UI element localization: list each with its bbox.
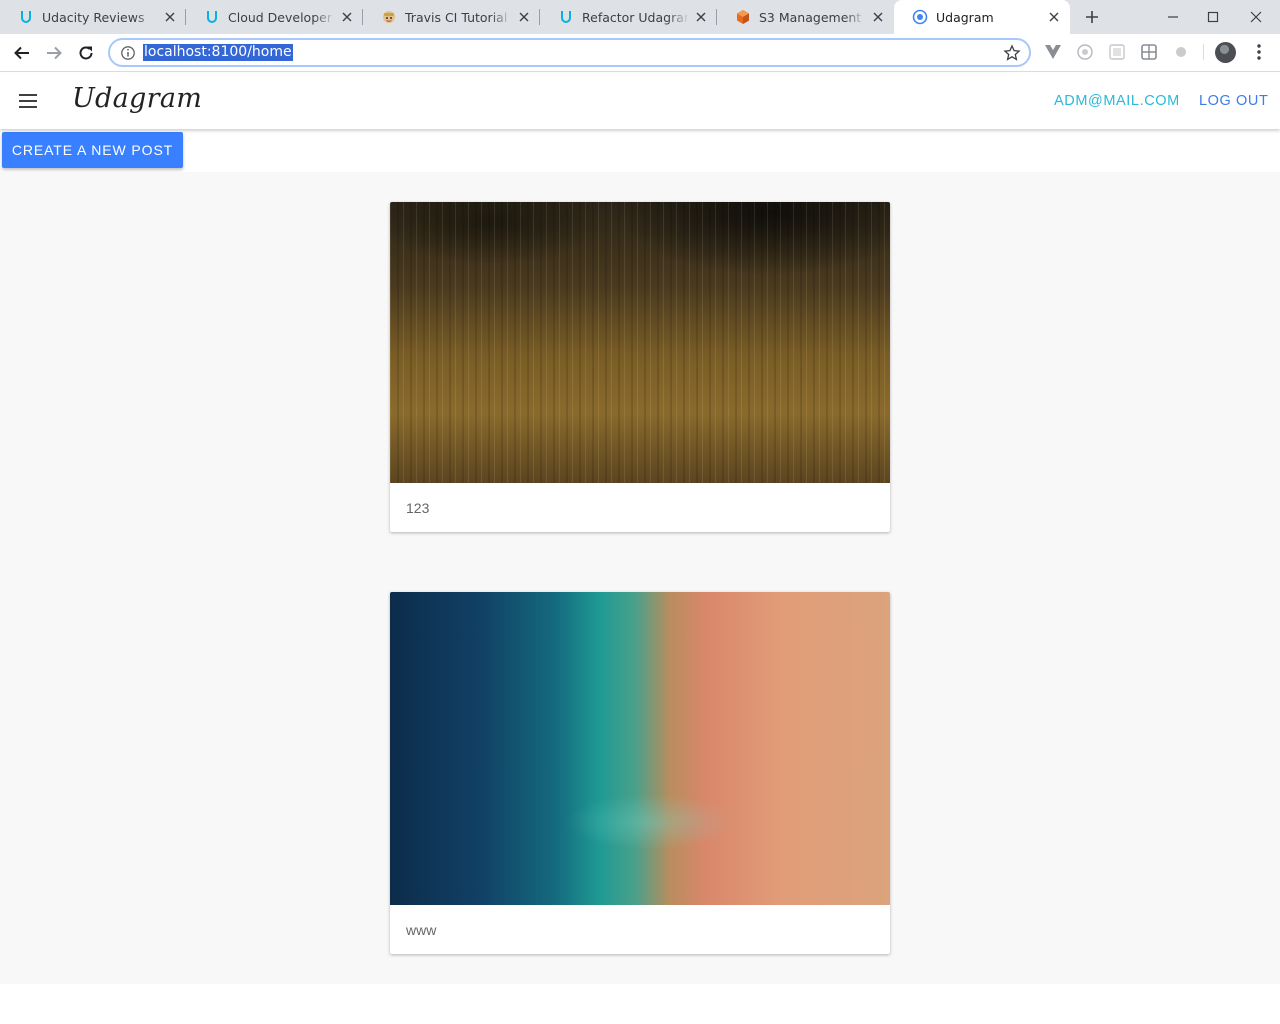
browser-menu-button[interactable]: [1251, 42, 1267, 62]
reload-icon: [79, 46, 93, 60]
tab-title: S3 Management Console: [759, 9, 866, 25]
extension-dot-icon[interactable]: [1172, 43, 1190, 61]
more-vertical-icon: [1257, 44, 1261, 60]
close-icon: [1250, 11, 1262, 23]
url-text[interactable]: localhost:8100/home: [143, 44, 293, 61]
feed-item-caption: 123: [406, 499, 430, 516]
browser-tab[interactable]: Travis CI Tutorial - Travis CI: [363, 0, 540, 34]
feed-list: 123 www: [0, 172, 1280, 984]
close-tab-icon[interactable]: [516, 9, 532, 25]
feed-item-caption: www: [406, 921, 437, 938]
aws-s3-icon: [735, 9, 751, 25]
feed-item-image: [390, 592, 890, 905]
close-tab-icon[interactable]: [693, 9, 709, 25]
new-tab-button[interactable]: [1080, 5, 1104, 29]
logout-button[interactable]: LOG OUT: [1199, 93, 1268, 109]
user-email-link[interactable]: ADM@MAIL.COM: [1054, 93, 1180, 109]
close-window-button[interactable]: [1235, 0, 1277, 34]
hamburger-menu-icon: [19, 94, 37, 108]
plus-icon: [1086, 11, 1098, 23]
vue-devtools-extension-icon[interactable]: [1044, 43, 1062, 61]
extension-target-icon[interactable]: [1076, 43, 1094, 61]
bookmark-star-icon[interactable]: [1003, 44, 1021, 62]
udacity-icon: [558, 9, 574, 25]
extension-grid-icon[interactable]: [1140, 43, 1158, 61]
browser-tab-strip: Udacity Reviews Cloud Developer - Udacit…: [0, 0, 1280, 34]
close-tab-icon[interactable]: [162, 9, 178, 25]
menu-button[interactable]: [16, 89, 40, 113]
address-bar[interactable]: localhost:8100/home: [108, 38, 1031, 67]
feed-item[interactable]: 123: [390, 202, 890, 532]
minimize-icon: [1168, 16, 1178, 18]
tab-title: Travis CI Tutorial - Travis CI: [405, 9, 512, 25]
reload-button[interactable]: [72, 39, 100, 67]
browser-tab[interactable]: S3 Management Console: [717, 0, 894, 34]
tab-title: Udagram: [936, 9, 994, 25]
app-header: Udagram ADM@MAIL.COM LOG OUT: [0, 73, 1280, 129]
maximize-icon: [1207, 11, 1219, 23]
profile-avatar[interactable]: [1215, 42, 1236, 63]
page-bottom: [0, 984, 1280, 1024]
create-post-bar: CREATE A NEW POST: [0, 129, 1280, 172]
minimize-window-button[interactable]: [1152, 0, 1194, 34]
browser-tab[interactable]: Refactor Udagram app: [540, 0, 717, 34]
browser-tab[interactable]: Udacity Reviews: [0, 0, 186, 34]
arrow-left-icon: [14, 46, 29, 60]
tab-title: Cloud Developer - Udacity: [228, 9, 335, 25]
extension-screenshot-icon[interactable]: [1108, 43, 1126, 61]
udacity-icon: [18, 9, 34, 25]
maximize-window-button[interactable]: [1192, 0, 1234, 34]
app-logo[interactable]: Udagram: [72, 83, 202, 114]
browser-tab[interactable]: Cloud Developer - Udacity: [186, 0, 363, 34]
chrome-page-icon: [912, 9, 928, 25]
close-tab-icon[interactable]: [1046, 9, 1062, 25]
create-new-post-button[interactable]: CREATE A NEW POST: [2, 132, 183, 168]
toolbar-divider: [1203, 44, 1204, 60]
udacity-icon: [204, 9, 220, 25]
feed-item[interactable]: www: [390, 592, 890, 954]
tab-title: Udacity Reviews: [42, 9, 145, 25]
forward-button[interactable]: [40, 39, 68, 67]
browser-tab-active[interactable]: Udagram: [894, 0, 1070, 34]
close-tab-icon[interactable]: [870, 9, 886, 25]
arrow-right-icon: [47, 46, 62, 60]
close-tab-icon[interactable]: [339, 9, 355, 25]
site-info-icon[interactable]: [120, 45, 136, 61]
travis-ci-icon: [381, 9, 397, 25]
tab-title: Refactor Udagram app: [582, 9, 689, 25]
feed-item-image: [390, 202, 890, 483]
back-button[interactable]: [8, 39, 36, 67]
